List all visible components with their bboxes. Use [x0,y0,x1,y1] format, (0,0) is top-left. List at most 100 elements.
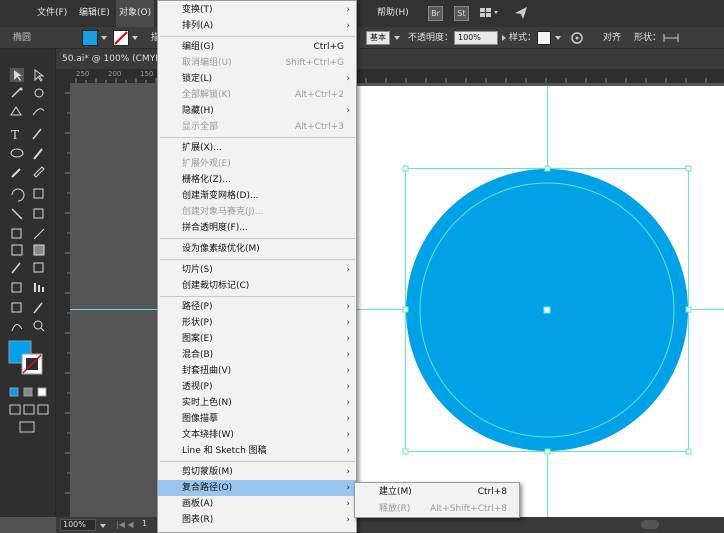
chevron-right-icon: › [346,499,350,509]
chevron-right-icon: › [346,350,350,360]
object-menu: 变换(T) › 排列(A) › 编组(G) Ctrl+G 取消编组(U) Shift+Ctrl… [157,0,357,533]
menu-separator [160,238,355,239]
menu-item-label: 图案(E) [182,334,213,344]
menu-item[interactable]: 图像描摹 › [158,411,356,427]
chevron-right-icon: › [346,467,350,477]
menu-item-label: 隐藏(H) [182,106,214,116]
menu-item[interactable]: Line 和 Sketch 图稿 › [158,443,356,459]
menu-item[interactable]: 图表(R) › [158,512,356,528]
menu-item-label: 创建对象马赛克(J)... [182,207,264,217]
menu-item-label: 扩展(X)... [182,143,222,153]
menu-item[interactable]: 变换(T) › [158,2,356,18]
menu-item[interactable]: 透视(P) › [158,379,356,395]
chevron-right-icon: › [346,5,350,15]
menu-item[interactable]: 剪切蒙版(M) › [158,464,356,480]
menu-item-shortcut: Alt+Ctrl+3 [294,122,344,132]
menu-separator [160,461,355,462]
menu-item[interactable]: 锁定(L) › [158,71,356,87]
chevron-right-icon: › [346,430,350,440]
menu-item-label: 路径(P) [182,302,213,312]
compound-path-submenu: 建立(M) Ctrl+8 释放(R) Alt+Shift+Ctrl+8 [354,482,520,518]
menu-item-label: 取消编组(U) [182,58,232,68]
menu-item-label: 编组(G) [182,42,214,52]
page-field[interactable]: 1 [142,519,147,528]
menu-item-label: 复合路径(O) [182,483,233,493]
menu-item-label: Line 和 Sketch 图稿 [182,446,267,456]
chevron-right-icon: › [346,265,350,275]
chevron-right-icon: › [346,21,350,31]
menu-item[interactable]: 画板(A) › [158,496,356,512]
menu-item[interactable]: 复合路径(O) › [158,480,356,496]
zoom-field[interactable]: 100% [60,519,96,531]
menu-item[interactable]: 扩展(X)... [158,140,356,156]
menu-item-label: 图像描摹 [182,414,219,424]
menu-item-label: 切片(S) [182,265,213,275]
menu-item-label: 栅格化(Z)... [182,175,231,185]
menu-item-make[interactable]: 建立(M) Ctrl+8 [355,484,519,500]
menu-separator [160,296,355,297]
menu-item[interactable]: 混合(B) › [158,347,356,363]
menu-item-label: 拼合透明度(F)... [182,223,248,233]
first-page-icon[interactable]: |◀ ◀ [116,520,140,530]
menu-item[interactable]: 路径(P) › [158,299,356,315]
menu-item[interactable]: 文本绕排(W) › [158,427,356,443]
menu-item[interactable]: 图案(E) › [158,331,356,347]
chevron-right-icon: › [346,446,350,456]
menu-item-label: 形状(P) [182,318,213,328]
menu-item[interactable]: 创建对象马赛克(J)... [158,204,356,220]
menu-separator [160,137,355,138]
chevron-right-icon: › [346,382,350,392]
menu-item[interactable]: 形状(P) › [158,315,356,331]
chevron-right-icon: › [346,515,350,525]
chevron-right-icon: › [346,414,350,424]
menu-separator [160,36,355,37]
menu-item[interactable]: 显示全部 Alt+Ctrl+3 [158,119,356,135]
canvas-artwork [70,86,724,517]
menu-separator [160,259,355,260]
scroll-thumb[interactable] [641,520,659,529]
menu-item-label: 混合(B) [182,350,214,360]
menu-item[interactable]: 隐藏(H) › [158,103,356,119]
menu-item-label: 文本绕排(W) [182,430,234,440]
menu-item[interactable]: 实时上色(N) › [158,395,356,411]
center-point [543,306,551,314]
chevron-right-icon: › [346,334,350,344]
menu-item[interactable]: 创建渐变网格(D)... [158,188,356,204]
menu-item[interactable]: 创建裁切标记(C) [158,278,356,294]
menu-item-shortcut: Alt+Ctrl+2 [294,90,344,100]
menu-item[interactable]: 编组(G) Ctrl+G [158,39,356,55]
menu-item[interactable]: 取消编组(U) Shift+Ctrl+G [158,55,356,71]
chevron-right-icon: › [346,318,350,328]
menu-item-label: 剪切蒙版(M) [182,467,233,477]
menu-item-label: 透视(P) [182,382,213,392]
chevron-down-icon[interactable] [99,522,107,530]
menu-item[interactable]: 封套扭曲(V) › [158,363,356,379]
menu-item[interactable]: 设为像素级优化(M) [158,241,356,257]
menu-item-release[interactable]: 释放(R) Alt+Shift+Ctrl+8 [355,501,519,517]
menu-item[interactable]: 排列(A) › [158,18,356,34]
menu-item-label: 锁定(L) [182,74,213,84]
menu-item-label: 创建渐变网格(D)... [182,191,259,201]
menu-item-label: 创建裁切标记(C) [182,281,250,291]
menu-item[interactable]: 扩展外观(E) [158,156,356,172]
chevron-right-icon: › [346,106,350,116]
menu-item-label: 扩展外观(E) [182,159,231,169]
chevron-right-icon: › [346,366,350,376]
menu-item[interactable]: 全部解锁(K) Alt+Ctrl+2 [158,87,356,103]
menu-item-label: 封套扭曲(V) [182,366,232,376]
chevron-right-icon: › [346,74,350,84]
menu-item-shortcut: Shift+Ctrl+G [285,58,344,68]
menu-item-label: 全部解锁(K) [182,90,231,100]
menu-item-label: 显示全部 [182,122,219,132]
chevron-right-icon: › [346,483,350,493]
menu-item[interactable]: 栅格化(Z)... [158,172,356,188]
chevron-right-icon: › [346,302,350,312]
menu-item-label: 画板(A) [182,499,214,509]
menu-item-shortcut: Ctrl+G [313,42,344,52]
menu-item[interactable]: 拼合透明度(F)... [158,220,356,236]
menu-item-label: 变换(T) [182,5,213,15]
menu-item-label: 设为像素级优化(M) [182,244,260,254]
menu-item-label: 图表(R) [182,515,214,525]
chevron-right-icon: › [346,398,350,408]
menu-item[interactable]: 切片(S) › [158,262,356,278]
